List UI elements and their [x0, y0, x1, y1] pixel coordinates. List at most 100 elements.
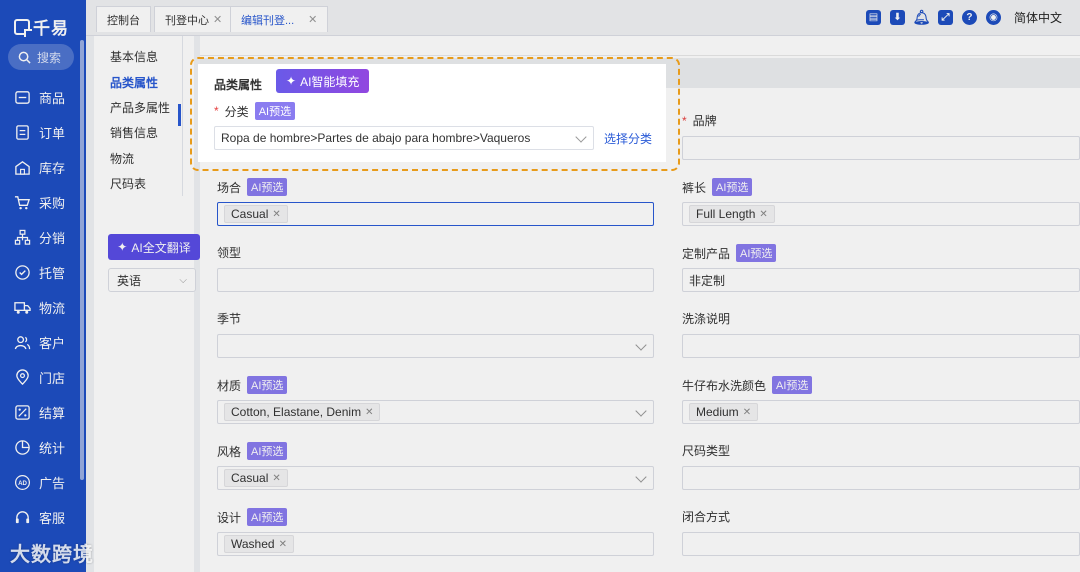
- sidebar-item-label: 商品: [39, 91, 66, 106]
- card-title: 品类属性: [214, 78, 263, 92]
- ai-fill-label: AI智能填充: [300, 74, 360, 89]
- occasion-select[interactable]: Casual ✕: [217, 202, 654, 226]
- ai-badge: AI预选: [712, 178, 753, 196]
- sidebar-item-order[interactable]: 订单: [0, 115, 86, 150]
- sidebar-item-label: 物流: [39, 301, 66, 316]
- material-chip[interactable]: Cotton, Elastane, Denim ✕: [224, 403, 381, 421]
- sidebar-item-label: 门店: [39, 371, 66, 386]
- brand-label: * 品牌: [682, 112, 717, 129]
- season-label: 季节: [217, 310, 241, 327]
- season-select[interactable]: [217, 334, 654, 358]
- size-type-select[interactable]: [682, 466, 1080, 490]
- close-icon[interactable]: ✕: [279, 539, 287, 550]
- closure-select[interactable]: [682, 532, 1080, 556]
- watermark-logo: 大数跨境: [10, 538, 94, 567]
- tab-bar: 控制台 刊登中心 ✕ 编辑刊登... ✕ ▤ ⬇ 🔔︎ ⤢ ? ◉ 简体中文: [86, 0, 1080, 36]
- sidebar-item-hosting[interactable]: 托管: [0, 255, 86, 290]
- length-select[interactable]: Full Length ✕: [682, 202, 1080, 226]
- design-chip[interactable]: Washed ✕: [224, 535, 294, 553]
- main-sidebar: 千易 搜索 商品 订单 库存 采购 分销 托管 物流 客户 门店 结算 统计 A…: [0, 0, 86, 572]
- ai-translate-button[interactable]: ✦ AI全文翻译: [108, 234, 200, 260]
- occasion-label-text: 场合: [217, 180, 242, 195]
- settlement-icon: [14, 404, 31, 421]
- chip-text: Casual: [231, 207, 269, 221]
- close-icon[interactable]: ✕: [308, 13, 317, 26]
- collar-select[interactable]: [217, 268, 654, 292]
- category-select[interactable]: Ropa de hombre>Partes de abajo para homb…: [214, 126, 594, 150]
- close-icon[interactable]: ✕: [743, 407, 751, 418]
- expand-icon[interactable]: ⤢: [937, 10, 953, 25]
- denim-wash-select[interactable]: Medium ✕: [682, 400, 1080, 424]
- store-icon: [14, 369, 31, 386]
- help-icon[interactable]: ?: [961, 10, 977, 25]
- section-logistics[interactable]: 物流: [110, 150, 134, 167]
- logo-text: 千易: [33, 19, 69, 38]
- support-icon[interactable]: ◉: [985, 10, 1001, 25]
- custom-select[interactable]: 非定制: [682, 268, 1080, 292]
- svg-text:AD: AD: [18, 480, 27, 487]
- close-icon[interactable]: ✕: [272, 209, 280, 220]
- language-switcher[interactable]: 简体中文: [1014, 9, 1062, 26]
- closure-label: 闭合方式: [682, 508, 730, 525]
- section-sales-info[interactable]: 销售信息: [110, 124, 158, 141]
- section-basic-info[interactable]: 基本信息: [110, 48, 158, 65]
- bell-icon[interactable]: 🔔︎: [913, 9, 931, 25]
- style-chip[interactable]: Casual ✕: [224, 469, 288, 487]
- sidebar-item-product[interactable]: 商品: [0, 80, 86, 115]
- truck-icon: [14, 299, 31, 316]
- sidebar-search[interactable]: 搜索: [8, 44, 74, 70]
- wash-note-label-text: 洗涤说明: [682, 312, 731, 326]
- choose-category-link[interactable]: 选择分类: [604, 130, 652, 147]
- sidebar-item-label: 客户: [39, 336, 66, 351]
- customer-icon: [14, 334, 31, 351]
- translate-language-select[interactable]: 英语 ⌵: [108, 268, 196, 292]
- design-select[interactable]: Washed ✕: [217, 532, 654, 556]
- sidebar-item-purchase[interactable]: 采购: [0, 185, 86, 220]
- sidebar-item-distribution[interactable]: 分销: [0, 220, 86, 255]
- brand-input[interactable]: [682, 136, 1080, 160]
- required-star-icon: *: [214, 104, 219, 118]
- section-category-attrs[interactable]: 品类属性: [110, 74, 158, 91]
- tab-console[interactable]: 控制台: [96, 6, 151, 32]
- sidebar-item-service[interactable]: 客服: [0, 500, 86, 535]
- sidebar-item-settlement[interactable]: 结算: [0, 395, 86, 430]
- close-icon[interactable]: ✕: [365, 407, 373, 418]
- size-type-label: 尺码类型: [682, 442, 730, 459]
- tab-listing-center[interactable]: 刊登中心 ✕: [154, 6, 234, 32]
- material-label: 材质 AI预选: [217, 376, 288, 394]
- section-size-chart[interactable]: 尺码表: [110, 175, 146, 192]
- clipboard-icon[interactable]: ▤: [865, 10, 881, 25]
- close-icon[interactable]: ✕: [759, 209, 767, 220]
- sidebar-item-logistics[interactable]: 物流: [0, 290, 86, 325]
- sidebar-item-customer[interactable]: 客户: [0, 325, 86, 360]
- category-label-text: 分类: [224, 104, 249, 119]
- tab-label: 刊登中心: [165, 14, 209, 27]
- style-select[interactable]: Casual ✕: [217, 466, 654, 490]
- sidebar-item-statistics[interactable]: 统计: [0, 430, 86, 465]
- ai-badge: AI预选: [247, 376, 288, 394]
- close-icon[interactable]: ✕: [213, 13, 222, 26]
- chip-text: Medium: [696, 405, 739, 419]
- denim-wash-chip[interactable]: Medium ✕: [689, 403, 759, 421]
- section-multi-attrs[interactable]: 产品多属性: [110, 99, 170, 116]
- material-select[interactable]: Cotton, Elastane, Denim ✕: [217, 400, 654, 424]
- sidebar-item-label: 结算: [39, 406, 66, 421]
- close-icon[interactable]: ✕: [272, 473, 280, 484]
- download-icon[interactable]: ⬇: [889, 10, 905, 25]
- ai-smart-fill-button[interactable]: ✦ AI智能填充: [276, 69, 370, 93]
- tab-edit-listing[interactable]: 编辑刊登... ✕: [230, 6, 329, 32]
- occasion-label: 场合 AI预选: [217, 178, 288, 196]
- top-toolbar: ▤ ⬇ 🔔︎ ⤢ ? ◉ 简体中文: [865, 9, 1062, 26]
- sidebar-item-store[interactable]: 门店: [0, 360, 86, 395]
- length-chip[interactable]: Full Length ✕: [689, 205, 775, 223]
- wash-note-input[interactable]: [682, 334, 1080, 358]
- sidebar-item-ad[interactable]: AD 广告: [0, 465, 86, 500]
- design-label-text: 设计: [217, 510, 242, 525]
- occasion-chip[interactable]: Casual ✕: [224, 205, 288, 223]
- sidebar-item-warehouse[interactable]: 库存: [0, 150, 86, 185]
- search-label: 搜索: [37, 50, 62, 65]
- chevron-down-icon: [635, 405, 647, 417]
- order-icon: [14, 124, 31, 141]
- sidebar-scrollbar[interactable]: [80, 40, 84, 480]
- app-logo[interactable]: 千易: [14, 14, 69, 39]
